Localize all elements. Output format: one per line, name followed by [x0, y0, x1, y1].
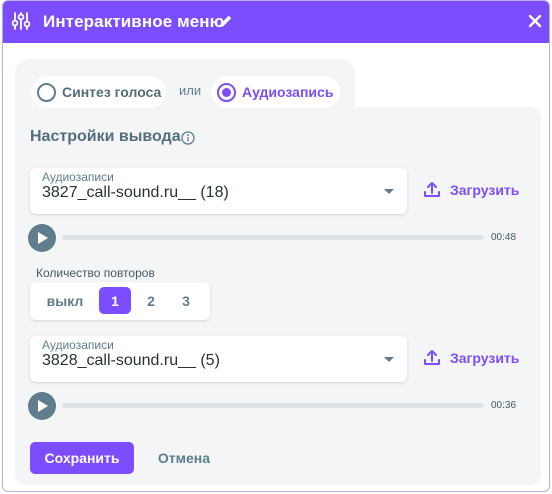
info-icon[interactable]: [181, 131, 195, 145]
interactive-menu-dialog: Интерактивное меню Синтез голоса или Ауд…: [2, 0, 550, 492]
sliders-icon: [11, 12, 31, 30]
mode-option-tts[interactable]: Синтез голоса: [31, 76, 166, 108]
upload-button-1-label: Загрузить: [450, 182, 520, 198]
repeat-option-2[interactable]: 2: [135, 287, 167, 314]
mode-option-audio-label: Аудиозапись: [242, 84, 334, 100]
repeat-count-label: Количество повторов: [36, 266, 155, 280]
repeat-option-3[interactable]: 3: [170, 287, 202, 314]
audio-select-1-label: Аудиозаписи: [42, 170, 114, 184]
audio-select-1-value: 3827_call-sound.ru__ (18): [42, 184, 229, 201]
audio-player-1: 00:48: [28, 224, 523, 252]
audio-select-2-label: Аудиозаписи: [42, 338, 114, 352]
mode-separator: или: [179, 83, 202, 98]
audio-select-2[interactable]: Аудиозаписи 3828_call-sound.ru__ (5): [30, 336, 407, 382]
upload-icon: [424, 182, 440, 197]
play-icon[interactable]: [28, 224, 56, 252]
output-settings-title: Настройки вывода: [30, 128, 181, 145]
mode-option-tts-label: Синтез голоса: [62, 84, 162, 100]
close-icon[interactable]: [527, 13, 543, 29]
audio-select-1[interactable]: Аудиозаписи 3827_call-sound.ru__ (18): [30, 168, 407, 214]
cancel-button[interactable]: Отмена: [146, 442, 222, 474]
audio-progress-track-1[interactable]: [62, 235, 484, 240]
upload-button-1[interactable]: Загрузить: [423, 178, 519, 202]
audio-duration-1: 00:48: [491, 232, 517, 243]
repeat-option-off[interactable]: выкл: [38, 287, 92, 314]
upload-button-2[interactable]: Загрузить: [423, 346, 519, 370]
chevron-down-icon[interactable]: [384, 189, 394, 194]
dialog-title: Интерактивное меню: [43, 12, 225, 31]
play-icon[interactable]: [28, 392, 56, 420]
save-button[interactable]: Сохранить: [30, 442, 134, 474]
radio-unchecked-icon[interactable]: [37, 82, 56, 102]
upload-button-2-label: Загрузить: [450, 350, 520, 366]
pencil-icon[interactable]: [219, 14, 233, 28]
mode-option-audio[interactable]: Аудиозапись: [211, 76, 340, 108]
repeat-option-1[interactable]: 1: [99, 287, 131, 314]
repeat-count-selector: выкл 1 2 3: [30, 282, 210, 320]
audio-player-2: 00:36: [28, 392, 523, 420]
audio-progress-track-2[interactable]: [62, 403, 484, 408]
radio-checked-icon[interactable]: [217, 82, 236, 102]
chevron-down-icon[interactable]: [384, 357, 394, 362]
upload-icon: [424, 350, 440, 365]
audio-duration-2: 00:36: [491, 400, 517, 411]
dialog-titlebar: Интерактивное меню: [3, 1, 549, 43]
audio-select-2-value: 3828_call-sound.ru__ (5): [42, 352, 220, 369]
